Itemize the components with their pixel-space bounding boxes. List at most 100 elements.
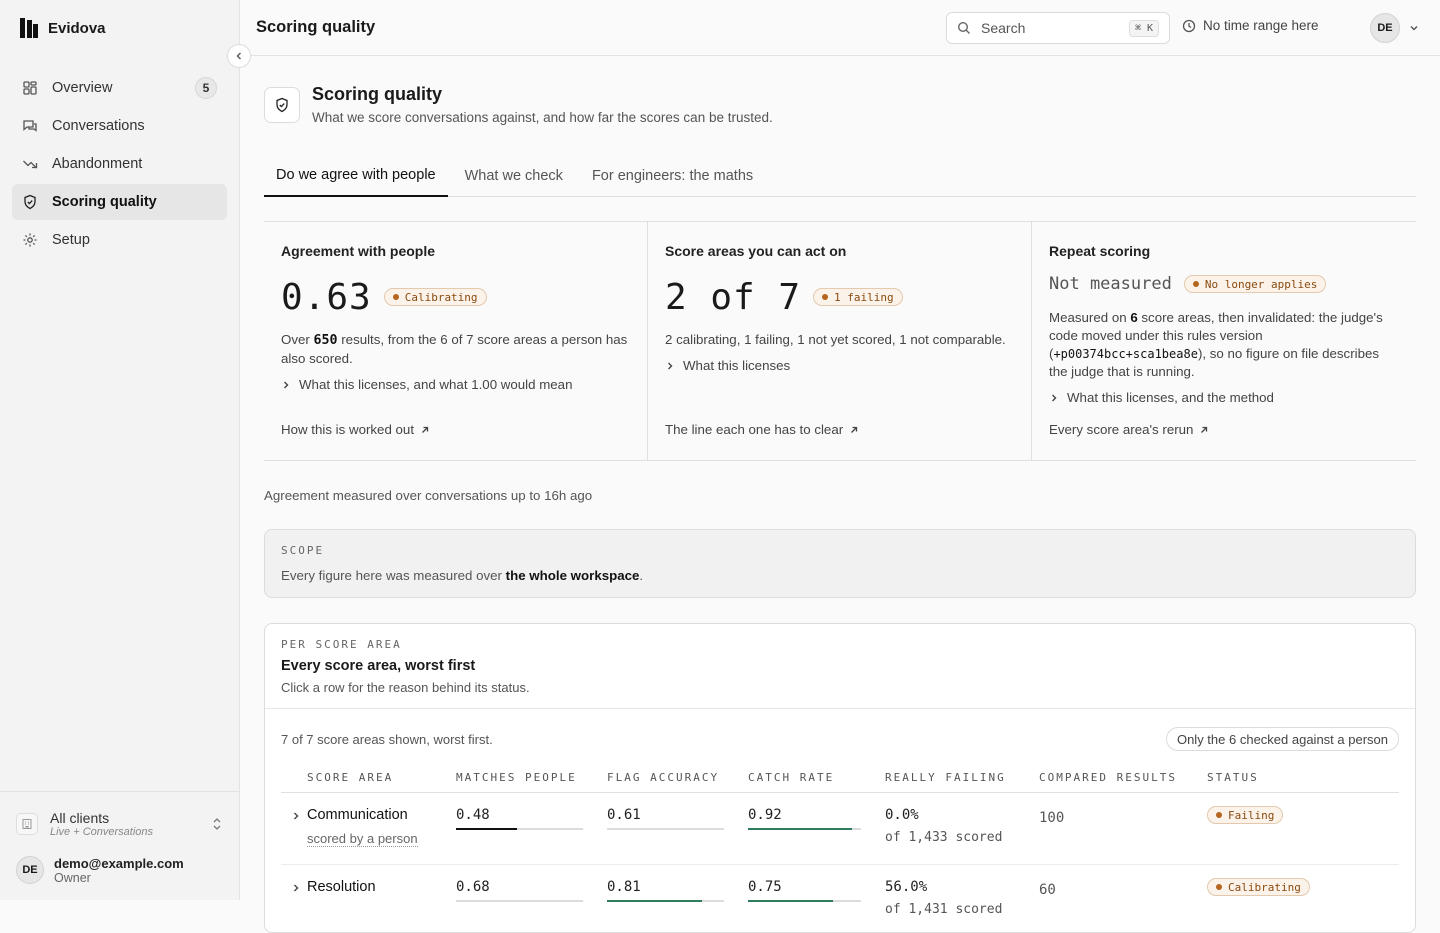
sidebar-item-label: Scoring quality (52, 194, 157, 210)
score-area-table: SCORE AREA MATCHES PEOPLE FLAG ACCURACY … (281, 763, 1399, 932)
catch-bar-fill (748, 828, 852, 830)
topbar: Scoring quality Search ⌘ K No time range… (240, 0, 1440, 56)
failing-value: 0.0% (885, 807, 919, 823)
main-content: Scoring quality What we score conversati… (264, 56, 1416, 933)
compared-value: 60 (1039, 882, 1056, 898)
card-title: Agreement with people (281, 243, 436, 259)
matches-bar (456, 900, 583, 902)
matches-bar-fill (456, 828, 517, 830)
col-really-failing[interactable]: REALLY FAILING (885, 771, 1006, 784)
time-range-label: No time range here (1203, 18, 1319, 33)
col-catch-rate[interactable]: CATCH RATE (748, 771, 834, 784)
repeat-value: Not measured (1049, 274, 1172, 294)
sidebar-item-label: Overview (52, 80, 113, 96)
card-description: 2 calibrating, 1 failing, 1 not yet scor… (665, 332, 1006, 347)
user-role: Owner (54, 870, 91, 885)
brand[interactable]: Evidova (0, 0, 239, 56)
col-score-area[interactable]: SCORE AREA (307, 771, 393, 784)
grid-icon (23, 81, 37, 95)
actionable-card: Score areas you can act on 2 of 7 1 fail… (648, 222, 1032, 460)
col-status[interactable]: STATUS (1207, 771, 1259, 784)
scope-text: Every figure here was measured over the … (281, 568, 644, 583)
licenses-disclosure[interactable]: What this licenses (665, 358, 1014, 373)
arrow-up-right-icon (851, 426, 858, 433)
card-title: Repeat scoring (1049, 243, 1151, 259)
flag-bar (607, 900, 724, 902)
per-area-card: PER SCORE AREA Every score area, worst f… (264, 623, 1416, 933)
shield-check-icon (24, 194, 36, 210)
chevron-right-icon[interactable] (291, 811, 301, 821)
catch-bar (748, 900, 861, 902)
sidebar-item-label: Setup (52, 232, 90, 248)
sidebar-item-conversations[interactable]: Conversations (12, 108, 227, 144)
search-shortcut: ⌘ K (1128, 19, 1159, 37)
summary-cards: Agreement with people 0.63 Calibrating O… (264, 221, 1416, 461)
search-icon (957, 21, 970, 34)
repeat-scoring-card: Repeat scoring Not measured No longer ap… (1032, 222, 1416, 460)
user-email: demo@example.com (54, 855, 184, 871)
card-description: Measured on 6 score areas, then invalida… (1049, 310, 1383, 379)
per-area-title: Every score area, worst first (281, 658, 476, 674)
rerun-link[interactable]: Every score area's rerun (1049, 422, 1209, 437)
search-input[interactable]: Search ⌘ K (946, 12, 1170, 44)
gear-icon (23, 233, 37, 247)
person-checked-filter[interactable]: Only the 6 checked against a person (1165, 727, 1399, 751)
failing-value: 56.0% (885, 879, 928, 895)
measured-note: Agreement measured over conversations up… (264, 488, 593, 503)
scope-eyebrow: SCOPE (281, 544, 325, 557)
table-row[interactable]: Communication scored by a person 0.48 0.… (281, 793, 1399, 865)
per-area-subtitle: Click a row for the reason behind its st… (281, 680, 530, 695)
table-row[interactable]: Resolution 0.68 0.81 0.75 56.0% of 1,431… (281, 865, 1399, 932)
user-menu[interactable]: DE demo@example.com Owner (16, 852, 223, 888)
tab-agree-with-people[interactable]: Do we agree with people (264, 155, 448, 197)
chevron-right-icon (668, 362, 673, 369)
sidebar-item-overview[interactable]: Overview 5 (12, 70, 227, 106)
catch-value: 0.92 (748, 807, 782, 823)
tab-bar: Do we agree with people What we check Fo… (264, 155, 1416, 197)
client-switcher[interactable]: All clients Live + Conversations (16, 804, 223, 844)
chat-icon (23, 120, 37, 132)
avatar: DE (16, 856, 44, 884)
flag-bar (607, 828, 724, 830)
area-sub: scored by a person (307, 831, 418, 847)
matches-value: 0.68 (456, 879, 490, 895)
failing-sub: of 1,433 scored (885, 830, 1003, 845)
col-compared-results[interactable]: COMPARED RESULTS (1039, 771, 1177, 784)
chevron-right-icon (1052, 394, 1057, 401)
col-matches-people[interactable]: MATCHES PEOPLE (456, 771, 577, 784)
chevron-updown-icon (213, 818, 221, 830)
account-menu[interactable]: DE (1370, 13, 1420, 43)
chevron-right-icon[interactable] (291, 883, 301, 893)
logo-icon (20, 18, 38, 38)
licenses-disclosure[interactable]: What this licenses, and what 1.00 would … (281, 377, 630, 392)
failing-sub: of 1,431 scored (885, 902, 1003, 917)
sidebar-item-abandonment[interactable]: Abandonment (12, 146, 227, 182)
sidebar-item-scoring-quality[interactable]: Scoring quality (12, 184, 227, 220)
status-badge: Calibrating (1207, 878, 1310, 896)
col-flag-accuracy[interactable]: FLAG ACCURACY (607, 771, 719, 784)
threshold-link[interactable]: The line each one has to clear (665, 422, 859, 437)
chevron-left-icon (236, 52, 241, 60)
collapse-sidebar-button[interactable] (227, 44, 251, 68)
agreement-card: Agreement with people 0.63 Calibrating O… (264, 222, 648, 460)
client-name: All clients (50, 810, 110, 826)
status-badge: No longer applies (1183, 275, 1327, 293)
status-badge: Failing (1207, 806, 1284, 824)
search-placeholder: Search (981, 20, 1026, 36)
tab-engineers-maths[interactable]: For engineers: the maths (580, 155, 765, 197)
matches-value: 0.48 (456, 807, 490, 823)
clock-icon (1182, 19, 1196, 32)
brand-name: Evidova (48, 19, 106, 37)
sidebar-footer: All clients Live + Conversations DE demo… (0, 791, 239, 900)
licenses-disclosure[interactable]: What this licenses, and the method (1049, 390, 1399, 405)
time-range: No time range here (1182, 18, 1319, 33)
tab-what-we-check[interactable]: What we check (453, 155, 575, 197)
sidebar-item-label: Conversations (52, 118, 145, 134)
area-name: Communication (307, 807, 408, 823)
sidebar-item-label: Abandonment (52, 156, 143, 172)
how-worked-out-link[interactable]: How this is worked out (281, 422, 430, 437)
flag-bar-fill (607, 900, 702, 902)
card-description: Over 650 results, from the 6 of 7 score … (281, 332, 628, 366)
page-header: Scoring quality What we score conversati… (264, 84, 1416, 125)
sidebar-item-setup[interactable]: Setup (12, 222, 227, 258)
